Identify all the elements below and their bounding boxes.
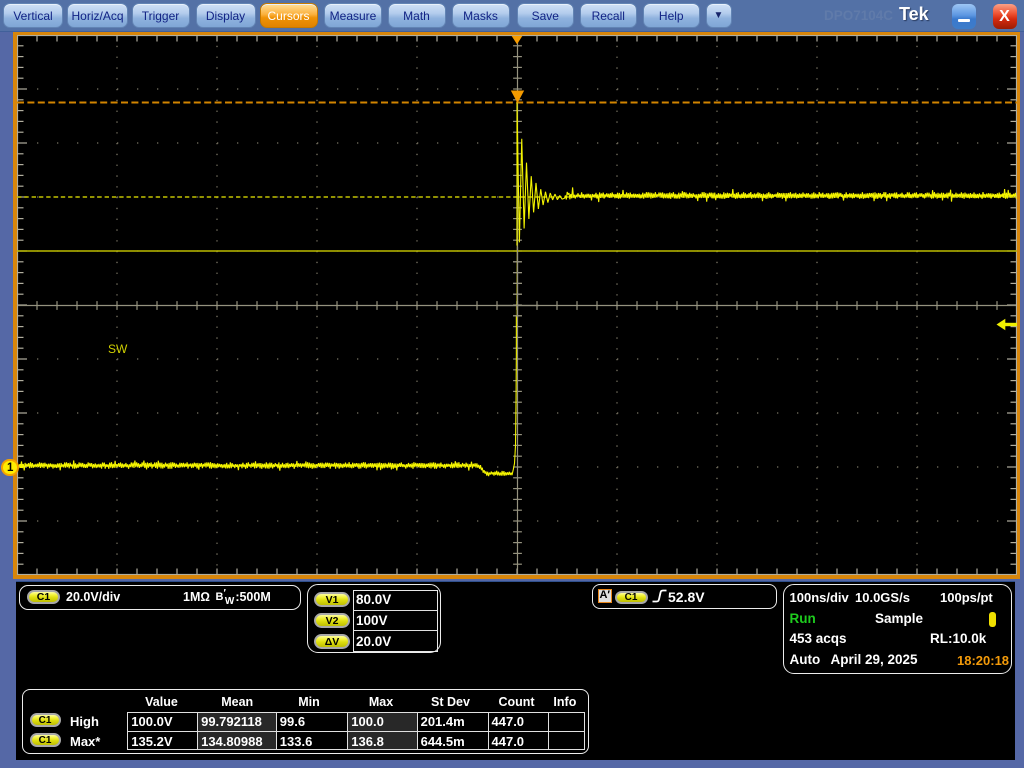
svg-text:SW: SW [108,342,128,356]
